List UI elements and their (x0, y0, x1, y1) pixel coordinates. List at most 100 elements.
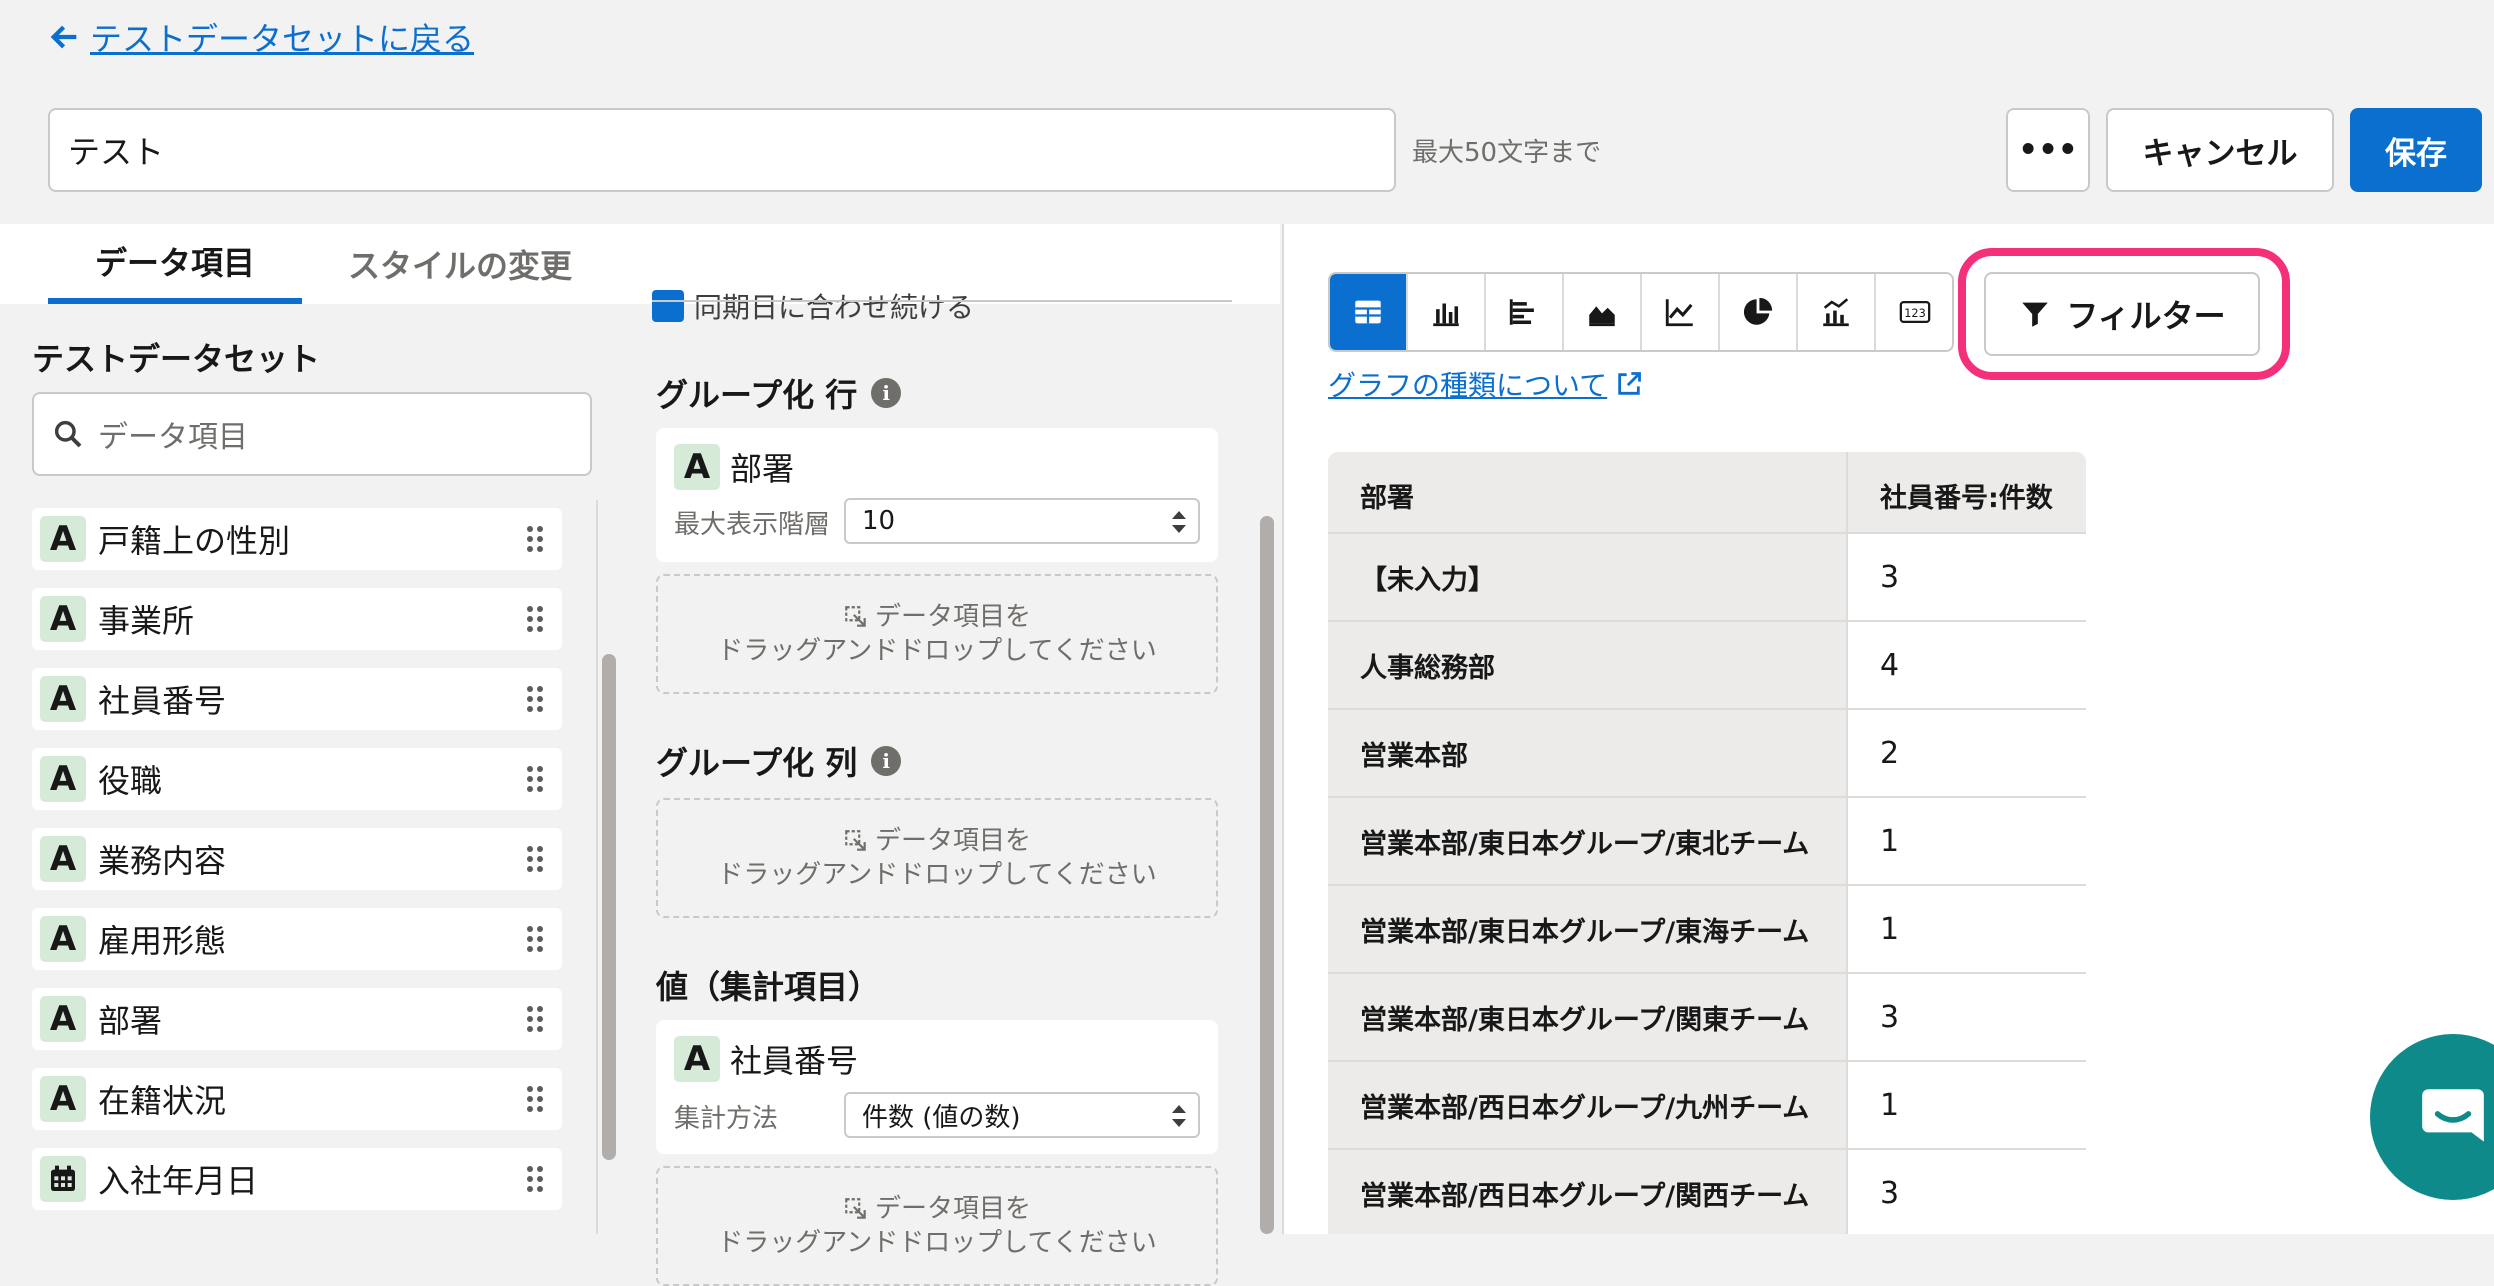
row-label: 営業本部/西日本グループ/九州チーム (1328, 1062, 1846, 1148)
row-label: 人事総務部 (1328, 622, 1846, 708)
field-item[interactable]: A 在籍状況 (32, 1068, 562, 1130)
drag-handle-icon[interactable] (526, 765, 544, 793)
group-rows-title: グループ化 行 i (656, 370, 902, 416)
field-item[interactable]: A 戸籍上の性別 (32, 508, 562, 570)
select-arrows-icon (1172, 1105, 1186, 1127)
table-chart-button[interactable] (1330, 274, 1408, 350)
drag-handle-icon[interactable] (526, 925, 544, 953)
row-label: 営業本部 (1328, 710, 1846, 796)
max-level-label: 最大表示階層 (674, 510, 831, 540)
info-icon[interactable]: i (871, 746, 902, 776)
row-label: 営業本部/東日本グループ/東北チーム (1328, 798, 1846, 884)
area-chart-button[interactable] (1564, 274, 1642, 350)
sync-date-checkbox[interactable]: 同期日に合わせ続ける (652, 286, 974, 326)
cell-value: 3 (1846, 974, 2086, 1060)
group-cols-title: グループ化 列 i (656, 738, 902, 784)
group-rows-dropzone[interactable]: データ項目を ドラッグアンドドロップしてください (656, 574, 1218, 694)
report-title-input[interactable]: テスト (48, 108, 1396, 192)
drag-handle-icon[interactable] (526, 525, 544, 553)
row-label: 【未入力】 (1328, 534, 1846, 620)
tab-data-items[interactable]: データ項目 (48, 224, 302, 304)
field-item[interactable]: A 部署 (32, 988, 562, 1050)
field-item[interactable]: 入社年月日 (32, 1148, 562, 1210)
cell-value: 1 (1846, 798, 2086, 884)
field-name: 事業所 (98, 602, 195, 640)
search-icon (54, 420, 82, 448)
text-type-icon: A (40, 676, 86, 722)
max-level-select[interactable]: 10 (844, 498, 1200, 544)
column-header[interactable]: 社員番号:件数 (1846, 452, 2086, 538)
table-row: 営業本部 2 (1328, 708, 2086, 796)
number-chart-button[interactable]: 123 (1876, 274, 1952, 350)
info-icon[interactable]: i (871, 378, 902, 408)
cancel-button[interactable]: キャンセル (2106, 108, 2334, 192)
back-to-dataset-link[interactable]: テストデータセットに戻る (48, 14, 474, 60)
field-item[interactable]: A 事業所 (32, 588, 562, 650)
field-item[interactable]: A 役職 (32, 748, 562, 810)
tab-style-change[interactable]: スタイルの変更 (330, 224, 590, 304)
table-row: 人事総務部 4 (1328, 620, 2086, 708)
drag-handle-icon[interactable] (526, 1165, 544, 1193)
field-name: 雇用形態 (98, 922, 227, 960)
values-card: A 社員番号 集計方法 件数 (値の数) (656, 1020, 1218, 1154)
drop-target-icon (845, 1198, 866, 1219)
text-type-icon: A (40, 836, 86, 882)
drag-handle-icon[interactable] (526, 1085, 544, 1113)
column-header[interactable]: 部署 (1328, 452, 1846, 538)
field-name: 戸籍上の性別 (98, 522, 291, 560)
sync-date-label: 同期日に合わせ続ける (694, 291, 975, 324)
cell-value: 4 (1846, 622, 2086, 708)
row-label: 営業本部/東日本グループ/関東チーム (1328, 974, 1846, 1060)
area-chart-icon (1589, 306, 1615, 327)
drag-handle-icon[interactable] (526, 845, 544, 873)
drag-handle-icon[interactable] (526, 605, 544, 633)
filter-icon (2022, 302, 2049, 327)
vertical-bar-chart-button[interactable] (1408, 274, 1486, 350)
field-name: 社員番号 (98, 682, 227, 720)
group-row-item[interactable]: A 部署 (674, 444, 794, 490)
calendar-type-icon (40, 1156, 86, 1202)
horizontal-bar-chart-button[interactable] (1486, 274, 1564, 350)
drag-handle-icon[interactable] (526, 685, 544, 713)
group-cols-dropzone[interactable]: データ項目を ドラッグアンドドロップしてください (656, 798, 1218, 918)
agg-method-select[interactable]: 件数 (値の数) (844, 1092, 1200, 1138)
table-row: 【未入力】 3 (1328, 532, 2086, 620)
dataset-title: テストデータセット (32, 340, 321, 378)
field-list-scrollbar[interactable] (602, 654, 616, 1160)
more-options-button[interactable]: ••• (2006, 108, 2090, 192)
field-item[interactable]: A 社員番号 (32, 668, 562, 730)
chat-icon (2422, 1089, 2484, 1142)
text-type-icon: A (40, 516, 86, 562)
pie-chart-icon (1743, 297, 1773, 325)
search-placeholder: データ項目 (98, 420, 248, 455)
values-dropzone[interactable]: データ項目を ドラッグアンドドロップしてください (656, 1166, 1218, 1286)
table-row: 営業本部/西日本グループ/関西チーム 3 (1328, 1148, 2086, 1234)
filter-button[interactable]: フィルター (1984, 272, 2260, 356)
svg-text:123: 123 (1904, 306, 1926, 320)
pie-chart-button[interactable] (1720, 274, 1798, 350)
values-title: 値（集計項目） (656, 968, 881, 1006)
group-rows-card: A 部署 最大表示階層 10 (656, 428, 1218, 562)
value-item[interactable]: A 社員番号 (674, 1036, 858, 1082)
config-scrollbar[interactable] (1260, 516, 1274, 1234)
field-name: 役職 (98, 762, 163, 800)
field-item[interactable]: A 雇用形態 (32, 908, 562, 970)
save-button[interactable]: 保存 (2350, 108, 2482, 192)
drag-handle-icon[interactable] (526, 1005, 544, 1033)
number-chart-icon: 123 (1899, 300, 1931, 324)
field-item[interactable]: A 業務内容 (32, 828, 562, 890)
combo-chart-button[interactable] (1798, 274, 1876, 350)
chart-types-help-link[interactable]: グラフの種類について (1328, 364, 1643, 404)
cell-value: 3 (1846, 534, 2086, 620)
field-name: 部署 (98, 1002, 163, 1040)
tab-underline (652, 300, 1232, 302)
field-search-input[interactable]: データ項目 (32, 392, 592, 476)
max-length-hint: 最大50文字まで (1412, 138, 1602, 168)
line-chart-button[interactable] (1642, 274, 1720, 350)
horizontal-bar-chart-icon (1509, 299, 1534, 325)
field-name: 入社年月日 (98, 1162, 259, 1200)
combo-chart-icon (1823, 298, 1849, 327)
checkbox-checked-icon (652, 290, 684, 322)
drop-target-icon (845, 830, 866, 851)
table-header-row: 部署 社員番号:件数 (1328, 452, 2086, 540)
